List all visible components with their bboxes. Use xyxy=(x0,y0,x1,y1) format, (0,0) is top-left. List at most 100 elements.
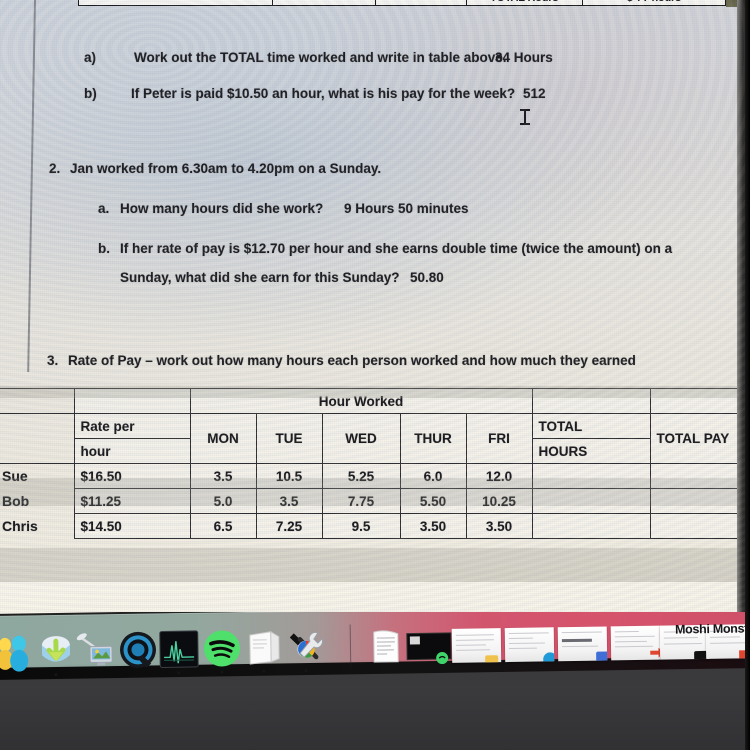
table-row: Chris $14.50 6.5 7.25 9.5 3.50 3.50 xyxy=(0,513,750,539)
chris-fri: 3.50 xyxy=(465,513,533,539)
bob-thur: 5.50 xyxy=(399,488,467,514)
macos-dock[interactable]: Moshi Monst xyxy=(0,612,750,690)
rate-of-pay-table: Hour Worked Rate per MON TUE WED THUR FR… xyxy=(0,388,750,539)
sue-total-pay[interactable] xyxy=(649,463,750,489)
bob-wed: 7.75 xyxy=(321,488,401,514)
header-hours: HOURS xyxy=(531,438,651,464)
q1-part-a-letter: a) xyxy=(84,50,97,65)
sue-rate: $16.50 xyxy=(73,463,191,489)
q2-part-a-text: How many hours did she work? xyxy=(120,201,324,216)
dock-icon-row xyxy=(0,612,750,690)
sue-wed: 5.25 xyxy=(321,463,401,489)
q1-part-a-answer: 34 Hours xyxy=(495,50,553,65)
bob-tue: 3.5 xyxy=(255,488,323,514)
partial-cell-1 xyxy=(79,0,273,5)
minimized-window-4[interactable] xyxy=(610,625,661,661)
header-fri: FRI xyxy=(465,413,533,464)
chris-total-pay[interactable] xyxy=(649,513,750,539)
sue-thur: 6.0 xyxy=(399,463,467,489)
q2-part-a-answer: 9 Hours 50 minutes xyxy=(344,201,469,216)
desk-background xyxy=(0,686,750,750)
table-group-header-row: Hour Worked xyxy=(0,388,750,414)
q2-stem: Jan worked from 6.30am to 4.20pm on a Su… xyxy=(70,161,382,176)
pages-document-icon[interactable] xyxy=(244,628,285,669)
group-blank-2 xyxy=(531,388,651,414)
partial-table-above: TOTAL Hours $ ?? hours xyxy=(78,0,726,6)
sue-total-hours[interactable] xyxy=(531,463,651,489)
q2-number: 2. xyxy=(49,161,61,176)
corner-cell-blank xyxy=(0,388,75,414)
header-total-pay: TOTAL PAY xyxy=(649,413,750,464)
chris-tue: 7.25 xyxy=(255,513,323,539)
header-thur: THUR xyxy=(399,413,467,464)
q1-part-b-letter: b) xyxy=(84,86,97,101)
q2-part-b-letter: b. xyxy=(98,241,110,256)
utilities-tools-icon[interactable] xyxy=(286,627,327,668)
group-blank-1 xyxy=(73,388,191,414)
q2-part-a-letter: a. xyxy=(98,201,110,216)
page-margin-line xyxy=(27,0,36,372)
download-folder-icon[interactable] xyxy=(36,631,77,672)
partial-cell-3 xyxy=(376,0,467,5)
minimized-document-window[interactable] xyxy=(366,626,407,667)
laptop-screen-document: TOTAL Hours $ ?? hours a) Work out the T… xyxy=(0,0,750,618)
q3-number: 3. xyxy=(47,353,59,368)
header-total: TOTAL xyxy=(531,413,651,439)
sue-mon: 3.5 xyxy=(189,463,257,489)
minimized-window-2[interactable] xyxy=(504,627,555,663)
row-name-sue: Sue xyxy=(2,468,28,485)
group-blank-3 xyxy=(649,388,750,414)
audio-waveform-app-icon[interactable] xyxy=(159,629,200,670)
minimized-dark-window[interactable] xyxy=(406,625,453,666)
header-tue: TUE xyxy=(255,413,323,464)
bob-total-hours[interactable] xyxy=(531,488,651,514)
chris-rate: $14.50 xyxy=(73,513,191,539)
q1-part-b-text: If Peter is paid $10.50 an hour, what is… xyxy=(131,86,516,101)
screen-right-edge xyxy=(745,0,750,750)
bob-rate: $11.25 xyxy=(73,488,191,514)
running-dot xyxy=(54,673,58,677)
group-header-hour-worked: Hour Worked xyxy=(189,388,533,414)
header-wed: WED xyxy=(321,413,401,464)
row-name-chris: Chris xyxy=(2,518,38,534)
minimized-window-3[interactable] xyxy=(557,626,608,662)
minimized-window-1[interactable] xyxy=(451,628,502,663)
table-column-header-row: Rate per MON TUE WED THUR FRI TOTAL TOTA… xyxy=(0,413,750,464)
running-dot xyxy=(177,671,181,675)
header-hour: hour xyxy=(73,438,191,464)
sue-fri: 12.0 xyxy=(465,463,533,489)
screen-sharing-icon[interactable] xyxy=(76,630,117,671)
chris-wed: 9.5 xyxy=(321,513,401,539)
running-dot xyxy=(220,670,224,674)
partial-cell-total-pay: $ ?? hours xyxy=(583,0,725,5)
running-dot xyxy=(262,669,266,673)
chris-total-hours[interactable] xyxy=(531,513,651,539)
running-dot xyxy=(304,669,308,673)
q2-part-b-line1: If her rate of pay is $12.70 per hour an… xyxy=(120,241,673,256)
q1-part-b-answer: 512 xyxy=(523,86,546,101)
text-ibeam-cursor xyxy=(519,108,531,126)
partial-cell-total-hours: TOTAL Hours xyxy=(467,0,583,5)
contacts-people-icon[interactable] xyxy=(0,631,36,672)
q3-title: Rate of Pay – work out how many hours ea… xyxy=(68,353,636,368)
chris-mon: 6.5 xyxy=(189,513,257,539)
header-mon: MON xyxy=(189,413,257,464)
table-row: Bob $11.25 5.0 3.5 7.75 5.50 10.25 xyxy=(0,488,750,514)
header-rate-per: Rate per xyxy=(73,413,191,439)
chris-thur: 3.50 xyxy=(399,513,467,539)
table-row: Sue $16.50 3.5 10.5 5.25 6.0 12.0 xyxy=(0,463,750,489)
header-corner-blank xyxy=(0,413,75,464)
q2-part-b-answer: 50.80 xyxy=(410,270,444,285)
bob-total-pay[interactable] xyxy=(649,488,750,514)
screenshot-root: TOTAL Hours $ ?? hours a) Work out the T… xyxy=(0,0,750,750)
q1-part-a-text: Work out the TOTAL time worked and write… xyxy=(134,50,507,65)
dock-separator xyxy=(349,624,352,669)
bob-mon: 5.0 xyxy=(189,488,257,514)
bob-fri: 10.25 xyxy=(465,488,533,514)
partial-cell-2 xyxy=(273,0,377,5)
q2-part-b-line2: Sunday, what did she earn for this Sunda… xyxy=(120,270,400,285)
spotify-icon[interactable] xyxy=(202,628,243,669)
photo-shade-band-3 xyxy=(0,548,750,582)
quicktime-player-icon[interactable] xyxy=(118,630,159,671)
sue-tue: 10.5 xyxy=(255,463,323,489)
